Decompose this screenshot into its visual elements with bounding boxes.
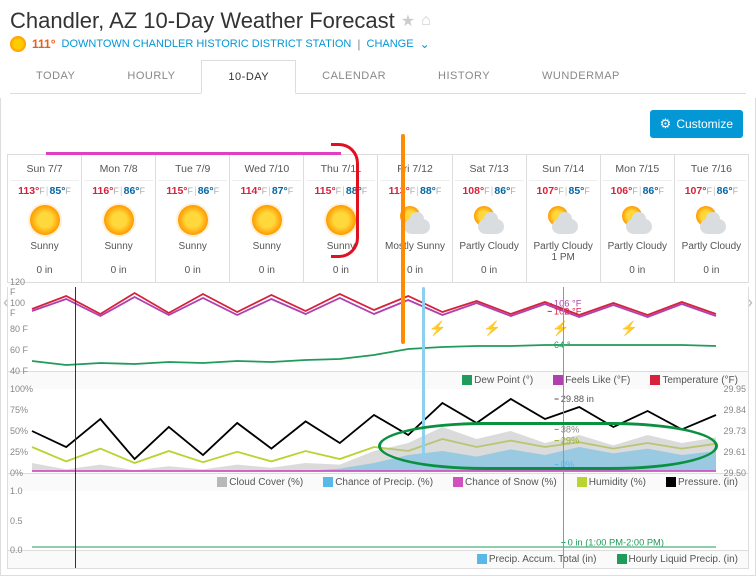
svg-text:102 °F: 102 °F xyxy=(554,307,582,317)
sunny-icon xyxy=(178,205,208,235)
day-condition: Partly Cloudy xyxy=(455,241,524,265)
chart-legend-temp: Dew Point (°)Feels Like (°F)Temperature … xyxy=(8,372,748,389)
svg-text:⚡: ⚡ xyxy=(429,320,447,337)
day-precip: 0 in xyxy=(380,265,449,276)
day-label: Tue 7/9 xyxy=(158,160,227,181)
day-column[interactable]: Sun 7/7 113°F|85°F Sunny0 in xyxy=(8,155,82,282)
day-temps: 113°F|85°F xyxy=(10,185,79,197)
sunny-icon xyxy=(326,205,356,235)
day-precip: 0 in xyxy=(455,265,524,276)
day-precip: 0 in xyxy=(84,265,153,276)
sunny-icon xyxy=(252,205,282,235)
partly-cloudy-icon xyxy=(472,206,506,234)
day-temps: 106°F|86°F xyxy=(603,185,672,197)
day-column[interactable]: Thu 7/11 115°F|88°F Sunny0 in xyxy=(304,155,378,282)
day-label: Tue 7/16 xyxy=(677,160,746,181)
day-condition: Mostly Sunny xyxy=(380,241,449,265)
day-label: Mon 7/8 xyxy=(84,160,153,181)
day-label: Sun 7/7 xyxy=(10,160,79,181)
day-label: Thu 7/11 xyxy=(306,160,375,181)
day-precip: 0 in xyxy=(677,265,746,276)
day-condition: Partly Cloudy1 PM xyxy=(529,241,598,265)
day-temps: 115°F|86°F xyxy=(158,185,227,197)
chart-panel-temp: 120 F100 F80 F60 F40 F⚡⚡⚡⚡106 °F102 °F64… xyxy=(8,287,748,372)
day-condition: Sunny xyxy=(10,241,79,265)
partly-cloudy-icon xyxy=(398,206,432,234)
station-link[interactable]: DOWNTOWN CHANDLER HISTORIC DISTRICT STAT… xyxy=(62,38,352,50)
day-temps: 108°F|86°F xyxy=(455,185,524,197)
day-condition: Partly Cloudy xyxy=(603,241,672,265)
day-label: Wed 7/10 xyxy=(232,160,301,181)
customize-label: Customize xyxy=(676,117,733,131)
separator: | xyxy=(357,37,360,51)
day-temps: 115°F|88°F xyxy=(306,185,375,197)
change-station-link[interactable]: CHANGE xyxy=(367,38,414,50)
day-temps: 116°F|86°F xyxy=(84,185,153,197)
tab-today[interactable]: TODAY xyxy=(10,60,101,93)
day-label: Sun 7/14 xyxy=(529,160,598,181)
chart-panel-humidity: 100%75%50%25%0%29.9529.8429.7329.6129.50… xyxy=(8,389,748,474)
selected-marker-line xyxy=(563,287,564,568)
day-temps: 114°F|87°F xyxy=(232,185,301,197)
page-title: Chandler, AZ 10-Day Weather Forecast xyxy=(10,8,395,34)
day-condition: Partly Cloudy xyxy=(677,241,746,265)
svg-text:⚡: ⚡ xyxy=(552,320,570,337)
current-temp: 111° xyxy=(32,37,56,51)
tab-10-day[interactable]: 10-DAY xyxy=(201,60,296,94)
day-condition: Sunny xyxy=(232,241,301,265)
home-icon[interactable]: ⌂ xyxy=(421,12,431,30)
customize-button[interactable]: ⚙ Customize xyxy=(650,110,743,138)
day-temps: 107°F|86°F xyxy=(677,185,746,197)
partly-cloudy-icon xyxy=(546,206,580,234)
day-precip: 0 in xyxy=(306,265,375,276)
day-column[interactable]: Wed 7/10 114°F|87°F Sunny0 in xyxy=(230,155,304,282)
day-column[interactable]: Mon 7/15 106°F|86°F Partly Cloudy0 in xyxy=(601,155,675,282)
favorite-star-icon[interactable]: ★ xyxy=(401,11,415,31)
day-precip: 0 in xyxy=(158,265,227,276)
sunny-icon xyxy=(104,205,134,235)
day-column[interactable]: Fri 7/12 113°F|88°F Mostly Sunny0 in xyxy=(378,155,452,282)
chevron-down-icon[interactable]: ⌄ xyxy=(420,37,430,51)
chart-panel-precip: 1.00.50.00 in (1:00 PM-2:00 PM) xyxy=(8,491,748,551)
day-condition: Sunny xyxy=(306,241,375,265)
day-condition: Sunny xyxy=(84,241,153,265)
day-label: Fri 7/12 xyxy=(380,160,449,181)
day-column[interactable]: Tue 7/9 115°F|86°F Sunny0 in xyxy=(156,155,230,282)
day-temps: 107°F|85°F xyxy=(529,185,598,197)
day-precip: 0 in xyxy=(232,265,301,276)
tab-history[interactable]: HISTORY xyxy=(412,60,516,93)
day-precip: 0 in xyxy=(603,265,672,276)
day-column[interactable]: Mon 7/8 116°F|86°F Sunny0 in xyxy=(82,155,156,282)
tab-hourly[interactable]: HOURLY xyxy=(101,60,201,93)
day-column[interactable]: Sat 7/13 108°F|86°F Partly Cloudy0 in xyxy=(453,155,527,282)
now-marker-line xyxy=(75,287,76,568)
tab-calendar[interactable]: CALENDAR xyxy=(296,60,412,93)
day-condition: Sunny xyxy=(158,241,227,265)
day-temps: 113°F|88°F xyxy=(380,185,449,197)
day-label: Sat 7/13 xyxy=(455,160,524,181)
partly-cloudy-icon xyxy=(620,206,654,234)
gear-icon: ⚙ xyxy=(660,116,672,132)
day-column[interactable]: Tue 7/16 107°F|86°F Partly Cloudy0 in xyxy=(675,155,749,282)
day-label: Mon 7/15 xyxy=(603,160,672,181)
day-precip: 0 in xyxy=(10,265,79,276)
current-condition-icon xyxy=(10,36,26,52)
svg-text:⚡: ⚡ xyxy=(620,320,638,337)
day-column[interactable]: Sun 7/14 107°F|85°F Partly Cloudy1 PM xyxy=(527,155,601,282)
tab-wundermap[interactable]: WUNDERMAP xyxy=(516,60,646,93)
svg-text:⚡: ⚡ xyxy=(483,320,501,337)
svg-text:29.88 in: 29.88 in xyxy=(561,394,594,404)
partly-cloudy-icon xyxy=(694,206,728,234)
sunny-icon xyxy=(30,205,60,235)
svg-text:0 in (1:00 PM-2:00 PM): 0 in (1:00 PM-2:00 PM) xyxy=(568,538,664,548)
chart-legend-humidity: Cloud Cover (%)Chance of Precip. (%)Chan… xyxy=(8,474,748,491)
chart-legend-precip: Precip. Accum. Total (in)Hourly Liquid P… xyxy=(8,551,748,568)
